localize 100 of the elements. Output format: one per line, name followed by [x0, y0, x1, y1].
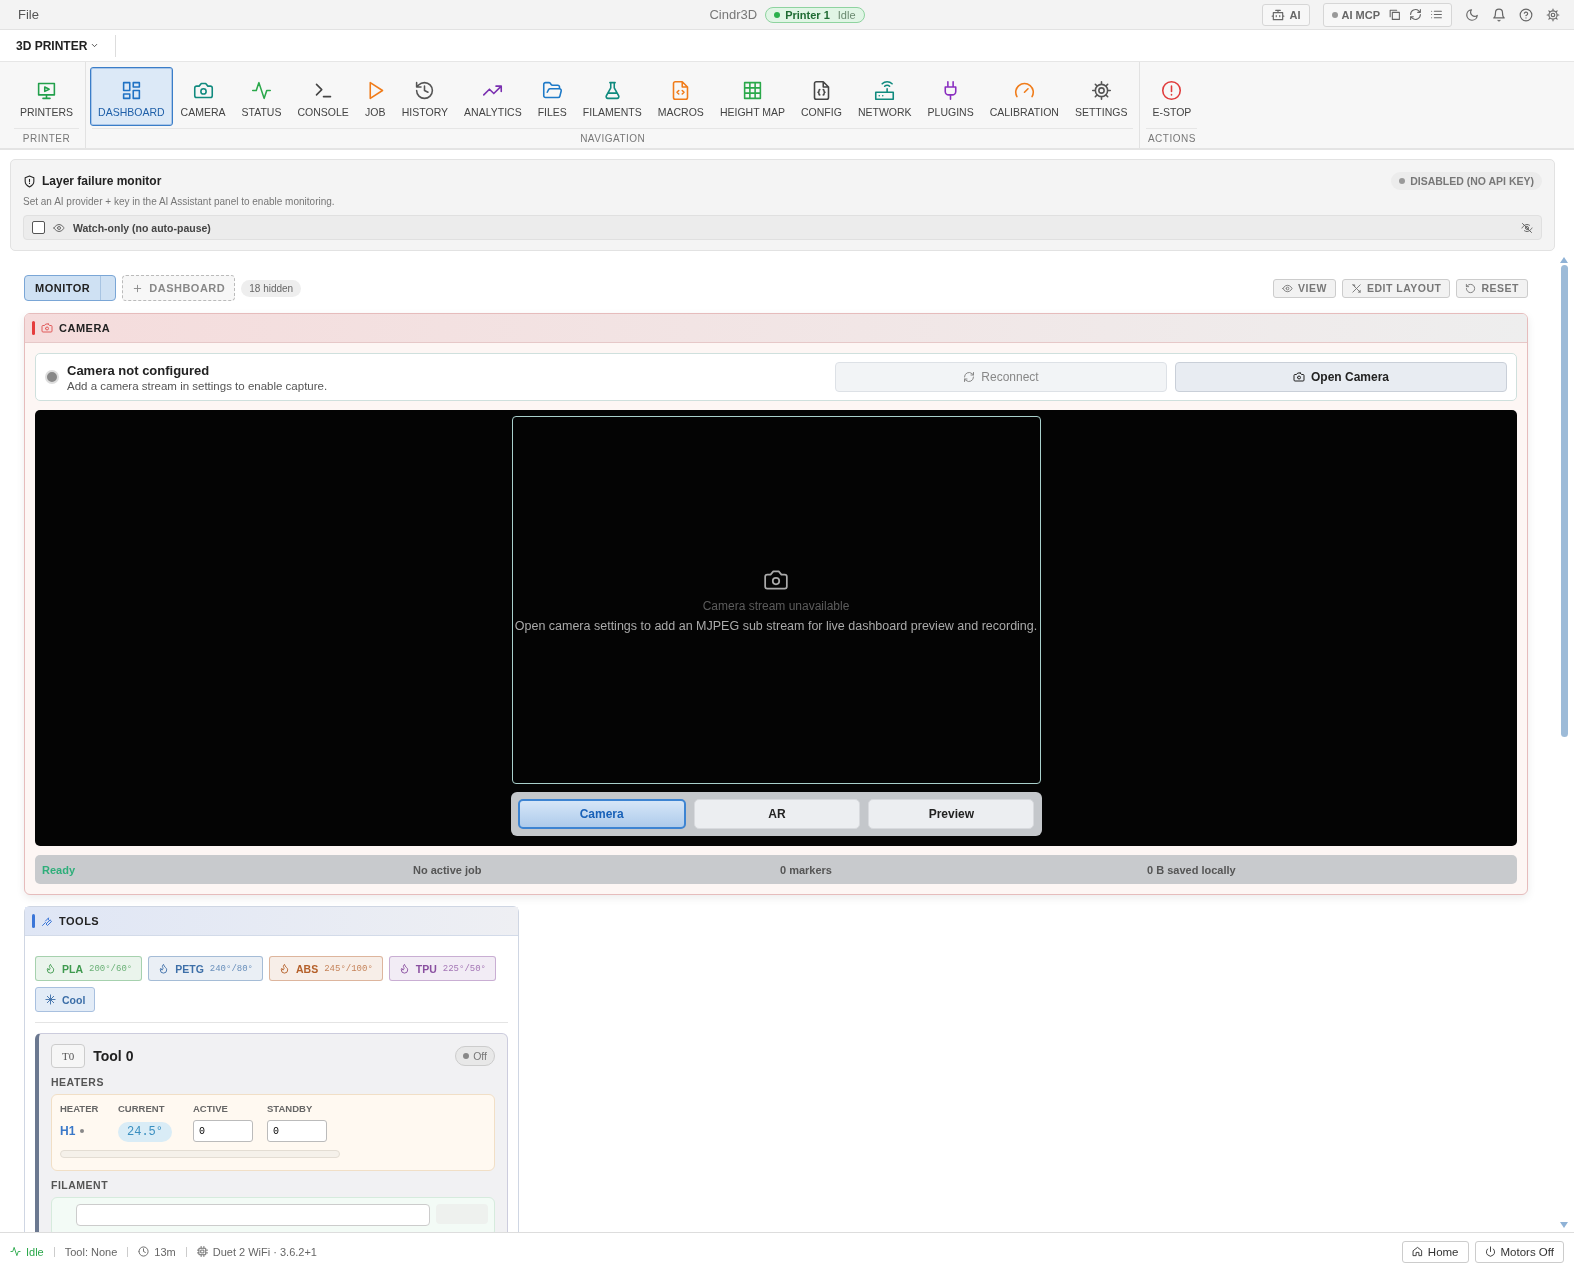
active-temperature-field[interactable]: 0: [193, 1120, 253, 1142]
tool-badge[interactable]: T0: [51, 1044, 86, 1068]
footer-button[interactable]: Home: [1401, 1240, 1469, 1263]
column-header: CURRENT: [118, 1103, 166, 1114]
column-header: ACTIVE: [193, 1103, 229, 1114]
plus-icon: [132, 282, 144, 294]
refresh-icon: [963, 371, 976, 383]
ribbon-tab[interactable]: MACROS: [649, 66, 712, 126]
standby-temperature-field[interactable]: 0: [267, 1120, 327, 1142]
tools-icon: [1350, 282, 1362, 294]
mode-tab[interactable]: Camera: [517, 799, 686, 829]
ribbon-tab[interactable]: ANALYTICS: [456, 66, 530, 126]
camera-stat: 0 markers: [779, 863, 833, 876]
status-dot: [45, 370, 59, 384]
pulse-icon: [10, 1246, 21, 1257]
app-title: Cindr3D: [709, 7, 758, 22]
flame-icon: [398, 963, 410, 974]
ribbon-tab[interactable]: FILES: [529, 66, 575, 126]
ribbon-tab[interactable]: CONFIG: [793, 66, 850, 126]
notice-title: Camera not configured: [67, 362, 211, 378]
current-tool: Tool: None: [64, 1245, 118, 1258]
stream-message: Open camera settings to add an MJPEG sub stream for live dashboard preview and recording.: [514, 619, 1038, 633]
preset-chip[interactable]: PETG 240°/80°: [148, 956, 264, 981]
footer-button[interactable]: Motors Off: [1474, 1240, 1564, 1263]
ribbon-tab[interactable]: HEIGHT MAP: [711, 66, 794, 126]
wrench-icon: [41, 915, 53, 927]
checkbox[interactable]: [32, 221, 45, 234]
printer-selector[interactable]: 3D PRINTER: [0, 34, 117, 57]
settings-icon[interactable]: [1546, 7, 1560, 22]
robot-icon: [1270, 7, 1285, 22]
power-toggle[interactable]: Off: [455, 1046, 495, 1066]
section-label: HEATERS: [51, 1076, 105, 1088]
eye-icon: [53, 221, 65, 234]
chevron-icon: [90, 41, 100, 50]
eye-icon: [1282, 282, 1294, 294]
hint-text: Set an AI provider + key in the AI Assistant panel to enable monitoring.: [23, 196, 336, 207]
ribbon-tab[interactable]: JOB: [356, 66, 394, 126]
camera-stat: 0 B saved locally: [1146, 863, 1237, 876]
column-header: HEATER: [60, 1103, 100, 1114]
ribbon-tab[interactable]: STATUS: [233, 66, 290, 126]
checkbox-label[interactable]: Watch-only (no auto-pause): [73, 221, 211, 234]
ribbon-tab[interactable]: PRINTERS: [12, 66, 82, 126]
ai-mcp-status[interactable]: AI MCP: [1331, 8, 1380, 21]
ribbon-tab[interactable]: CALIBRATION: [981, 66, 1067, 126]
refresh-icon[interactable]: [1409, 8, 1422, 21]
ribbon-tab[interactable]: DASHBOARD: [90, 66, 173, 126]
ribbon-tab[interactable]: HISTORY: [393, 66, 457, 126]
help-icon[interactable]: [1519, 7, 1533, 22]
ribbon-tab[interactable]: CONSOLE: [289, 66, 357, 126]
moon-icon[interactable]: [1465, 7, 1479, 22]
ai-button[interactable]: AI: [1261, 3, 1310, 26]
ribbon-tab[interactable]: CAMERA: [172, 66, 234, 126]
ribbon-tab[interactable]: NETWORK: [849, 66, 920, 126]
reset-icon: [1465, 282, 1477, 294]
ribbon-tab[interactable]: PLUGINS: [919, 66, 982, 126]
camera-icon: [763, 567, 789, 593]
shield-icon: [23, 174, 36, 188]
stream-title: Camera stream unavailable: [702, 599, 850, 613]
printer-state: Idle: [10, 1245, 44, 1258]
preset-chip[interactable]: ABS 245°/100°: [269, 956, 383, 981]
cool-button[interactable]: Cool: [35, 987, 96, 1012]
toolbar-button[interactable]: RESET: [1456, 278, 1528, 298]
home-icon: [1411, 1246, 1423, 1257]
bell-icon[interactable]: [1492, 7, 1506, 22]
camera-icon: [41, 322, 53, 334]
file-menu[interactable]: File: [18, 7, 39, 22]
toolbar-button[interactable]: EDIT LAYOUT: [1341, 278, 1451, 298]
printer-status-pill[interactable]: Printer 1 Idle: [765, 6, 865, 23]
hidden-count: 18 hidden: [241, 279, 302, 297]
camera-stat: No active job: [412, 863, 483, 876]
mode-tab[interactable]: AR: [693, 799, 861, 829]
uptime: 13m: [138, 1245, 176, 1258]
flame-icon: [158, 963, 170, 974]
preset-chip[interactable]: TPU 225°/50°: [388, 956, 497, 981]
panel-title: TOOLS: [59, 915, 100, 927]
flame-icon: [279, 963, 291, 974]
ribbon-tab[interactable]: SETTINGS: [1066, 66, 1136, 126]
card-title: Layer failure monitor: [42, 174, 162, 188]
copy-icon[interactable]: [1388, 8, 1401, 21]
snowflake-icon: [45, 994, 56, 1005]
panel-title: CAMERA: [59, 322, 111, 334]
clock-icon: [138, 1246, 150, 1257]
dashboard-tab[interactable]: MONITOR: [24, 275, 117, 301]
heater-name: H1: [60, 1124, 118, 1138]
status-badge: DISABLED (NO API KEY): [1391, 172, 1542, 190]
chip-icon: [196, 1246, 208, 1257]
camera-button[interactable]: Open Camera: [1175, 362, 1507, 392]
mode-tab[interactable]: Preview: [868, 799, 1035, 829]
list-icon[interactable]: [1430, 8, 1443, 21]
ribbon-tab[interactable]: E-STOP: [1144, 66, 1200, 126]
power-icon: [1484, 1246, 1496, 1257]
group-label: ACTIONS: [1146, 128, 1198, 144]
toolbar-button[interactable]: VIEW: [1273, 278, 1336, 298]
flame-icon: [45, 963, 56, 974]
camera-state: Ready: [42, 863, 77, 876]
camera-icon: [1293, 371, 1305, 383]
ribbon-tab[interactable]: FILAMENTS: [574, 66, 650, 126]
eye-off-icon[interactable]: [1521, 221, 1533, 234]
notice-text: Add a camera stream in settings to enable capture.: [67, 379, 329, 392]
filament-field[interactable]: [76, 1204, 430, 1226]
